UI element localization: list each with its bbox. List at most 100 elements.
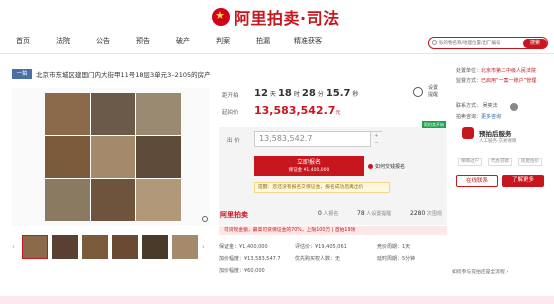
unit-hour: 时	[293, 91, 300, 98]
photo-window	[45, 179, 90, 221]
apply-now-button[interactable]: 立即报名 保证金 ¥1,400,000	[254, 156, 364, 176]
court-emblem-icon	[212, 8, 230, 26]
countdown-status-tag: 距拍卖开始	[422, 121, 446, 128]
thumbnail[interactable]	[22, 235, 48, 259]
countdown-label: 距开拍	[222, 93, 239, 99]
info-icon	[368, 164, 373, 169]
countdown-hours: 18	[277, 88, 292, 99]
ali-auction-logo: 阿里拍卖	[220, 211, 248, 219]
chevron-left-icon[interactable]: ‹	[12, 243, 18, 251]
page-root: 阿里拍卖·司法 首页 法院 公告 预告 破产 判案 拍漏 精准获客 搜索 一拍 …	[0, 0, 554, 304]
flow-text: 如何参与竞拍还是全流程	[452, 270, 505, 275]
loan-banner[interactable]: 可贷现金额，最高可贷保证金的70%，上限100万 | 首拍19领	[219, 226, 447, 235]
bottom-promo-banner[interactable]	[0, 296, 554, 304]
nav-item-court[interactable]: 法院	[56, 36, 70, 46]
nav-item-bankruptcy[interactable]: 破产	[176, 36, 190, 46]
service-logo-icon	[462, 127, 474, 139]
photo-bedroom	[45, 136, 90, 178]
stat-views: 2280 次围观	[410, 210, 442, 217]
info-delay: 延时周期：5分钟	[377, 255, 416, 262]
thumbnail[interactable]	[52, 235, 78, 259]
stat-reminders-count: 78	[357, 210, 365, 217]
how-to-pay-link[interactable]: 如何交钱报名	[368, 163, 405, 170]
service-chip: 房屋估价	[518, 158, 542, 166]
supervision-info: 监督方式：已启用“一案一账户”管理	[456, 78, 550, 85]
stat-enrolled-count: 0	[318, 210, 322, 217]
unit-day: 天	[269, 91, 276, 98]
thumbnail[interactable]	[142, 235, 168, 259]
photo-study	[136, 136, 181, 178]
countdown-minutes: 28	[301, 88, 316, 99]
nav-item-bargain[interactable]: 拍漏	[256, 36, 270, 46]
court-name[interactable]: 北京市第二中级人民法院	[481, 68, 536, 74]
nav-item-leads[interactable]: 精准获客	[294, 36, 322, 46]
apply-button-deposit: 保证金 ¥1,400,000	[288, 168, 330, 173]
photo-kitchen	[90, 136, 136, 178]
info-deposit: 保证金：¥1,400,000	[219, 243, 268, 250]
info-min-increment: 加价幅度：¥60,000	[219, 267, 265, 274]
flow-link[interactable]: 如何参与竞拍还是全流程 ›	[452, 266, 552, 280]
photo-balcony	[136, 179, 181, 221]
stat-reminders-label: 人设置提醒	[366, 211, 392, 217]
bid-amount-input[interactable]: 13,583,542.7	[254, 131, 382, 147]
apply-button-label: 立即报名	[296, 159, 321, 166]
thumbnail[interactable]	[82, 235, 108, 259]
info-cycle: 竞价周期：1天	[377, 243, 411, 250]
countdown-seconds: 15.7	[325, 88, 351, 99]
search-input[interactable]	[439, 39, 519, 48]
contact-label: 联系方式：	[456, 103, 482, 109]
start-price-value: 13,583,542.7	[254, 104, 336, 117]
remind-line-2: 提醒	[428, 92, 439, 98]
nav-item-preview[interactable]: 预告	[136, 36, 150, 46]
start-price: 13,583,542.7元	[254, 104, 340, 117]
consult-info: 拍卖咨询：更多咨询	[456, 114, 501, 121]
round-tag: 一拍	[12, 69, 32, 79]
court-label: 处置单位：	[456, 68, 482, 74]
consult-link[interactable]: 更多咨询	[481, 114, 501, 120]
stat-views-count: 2280	[410, 210, 426, 217]
photo-collage	[45, 93, 181, 221]
learn-more-button[interactable]: 了解更多	[502, 175, 544, 187]
decrease-bid-button[interactable]: −	[370, 139, 382, 147]
photo-living-room	[45, 93, 90, 135]
stat-enrolled-label: 人报名	[323, 211, 339, 217]
supervision-label: 监督方式：	[456, 78, 482, 84]
brand-text: 阿里拍卖·司法	[234, 9, 340, 28]
chevron-right-icon[interactable]: ›	[202, 243, 208, 251]
photo-hall	[136, 93, 181, 135]
stat-enrolled: 0 人报名	[318, 210, 338, 217]
info-increment: 加价幅度：¥13,583,547.7	[219, 255, 281, 262]
search-bar: 搜索	[428, 37, 548, 49]
tip-banner: 提醒：您还没有报名交保证金，报名成功后再出价	[254, 182, 390, 193]
contact-info: 联系方式： 吴奕法	[456, 103, 498, 110]
bid-label: 出 价	[227, 138, 240, 144]
start-price-label: 起拍价	[222, 110, 239, 116]
chevron-right-icon: ›	[506, 270, 509, 275]
unit-sec: 秒	[352, 91, 359, 98]
avatar	[510, 103, 518, 111]
online-contact-button[interactable]: 在线联系	[456, 175, 498, 187]
nav-item-cases[interactable]: 判案	[216, 36, 230, 46]
site-logo[interactable]: 阿里拍卖·司法	[212, 6, 340, 28]
unit-min: 分	[317, 91, 324, 98]
photo-dining	[90, 93, 136, 135]
alarm-clock-icon[interactable]	[413, 87, 423, 97]
search-button[interactable]: 搜索	[523, 39, 547, 48]
service-name: 预拍后服务	[479, 130, 512, 138]
thumbnail[interactable]	[172, 235, 198, 259]
zoom-icon[interactable]	[202, 216, 208, 222]
auction-info-grid: 保证金：¥1,400,000 评估价：¥19,405,061 竞价周期：1天 加…	[219, 240, 447, 276]
stat-views-label: 次围观	[426, 211, 442, 217]
nav-item-notice[interactable]: 公告	[96, 36, 110, 46]
contact-name: 吴奕法	[482, 103, 498, 109]
supervision-value: 已启用“一案一账户”管理	[481, 78, 537, 84]
photo-bath	[90, 179, 136, 221]
price-unit: 元	[335, 110, 341, 116]
thumbnail[interactable]	[112, 235, 138, 259]
nav-item-home[interactable]: 首页	[16, 36, 30, 46]
listing-title: 北京市东城区建国门内大街甲11号18层3单元3–2105的房产	[36, 71, 211, 79]
consult-label: 拍卖咨询：	[456, 114, 482, 120]
service-chip: 代办贷款	[488, 158, 512, 166]
nav-divider	[0, 53, 554, 54]
set-reminder[interactable]: 设置 提醒	[428, 85, 438, 99]
